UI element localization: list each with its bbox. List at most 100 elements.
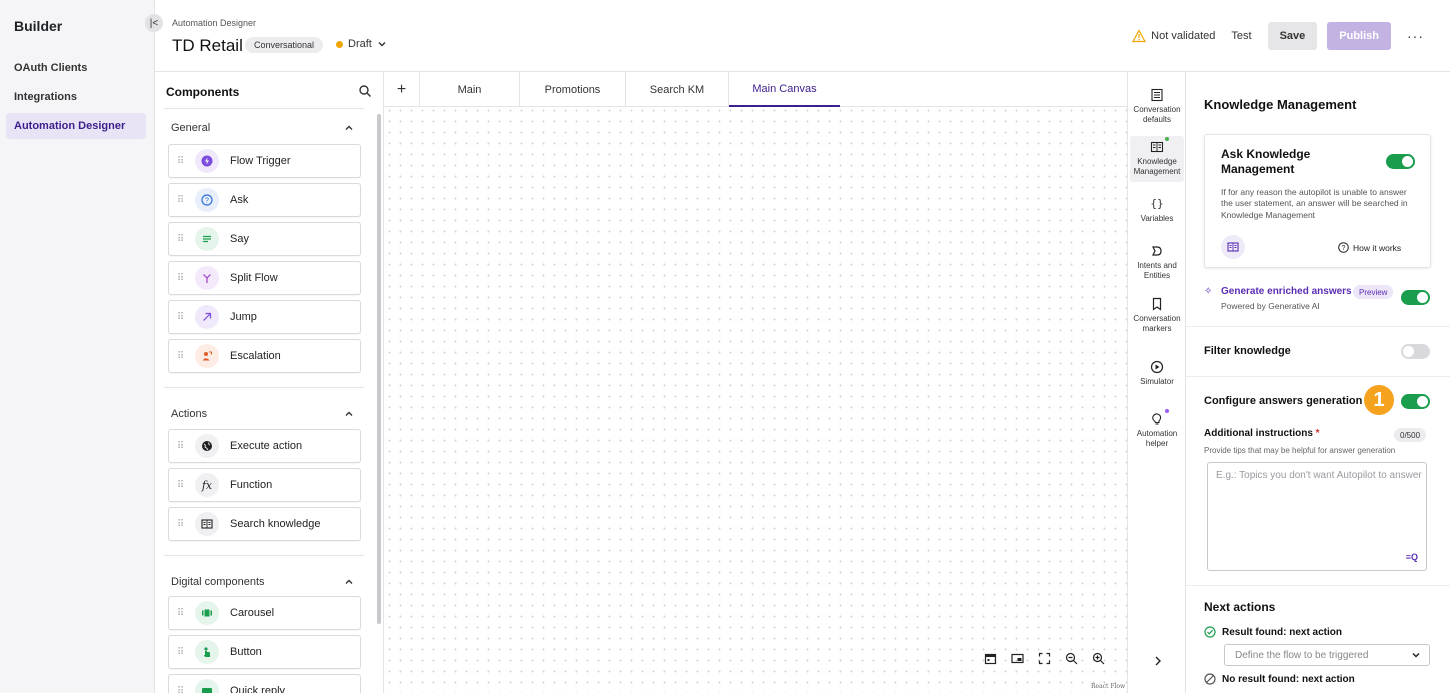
component-flow-trigger[interactable]: ⠿ Flow Trigger xyxy=(168,144,361,178)
rail-item-conversation-markers[interactable]: Conversation markers xyxy=(1130,297,1184,335)
rail-label: Simulator xyxy=(1140,377,1174,386)
how-it-works-link[interactable]: ? How it works xyxy=(1338,242,1401,253)
ask-km-card: Ask Knowledge Management If for any reas… xyxy=(1204,134,1431,268)
rail-item-simulator[interactable]: Simulator xyxy=(1130,360,1184,387)
quick-reply-icon xyxy=(195,679,219,693)
ask-km-toggle[interactable] xyxy=(1386,154,1415,169)
warning-icon xyxy=(1132,29,1147,43)
component-say[interactable]: ⠿ Say xyxy=(168,222,361,256)
search-list-icon[interactable]: ≡Q xyxy=(1406,552,1418,562)
calendar-icon[interactable] xyxy=(984,652,997,665)
divider xyxy=(164,555,364,556)
carousel-icon xyxy=(195,601,219,625)
collapse-sidebar-button[interactable]: |< xyxy=(145,14,163,32)
book-icon xyxy=(195,512,219,536)
additional-instructions-text: Additional instructions xyxy=(1204,428,1313,439)
component-label: Jump xyxy=(230,311,257,323)
component-quick-reply[interactable]: ⠿ Quick reply xyxy=(168,674,361,693)
component-jump[interactable]: ⠿ Jump xyxy=(168,300,361,334)
required-marker: * xyxy=(1315,428,1320,439)
drag-handle-icon[interactable]: ⠿ xyxy=(169,312,191,323)
drag-handle-icon[interactable]: ⠿ xyxy=(169,234,191,245)
divider xyxy=(164,108,364,109)
brand-title: Builder xyxy=(14,18,63,34)
nav-item-oauth-clients[interactable]: OAuth Clients xyxy=(6,55,146,81)
rail-item-intents-entities[interactable]: Intents and Entities xyxy=(1130,244,1184,282)
more-options-button[interactable]: ··· xyxy=(1401,28,1430,44)
flow-canvas[interactable]: + Main Promotions Search KM Main Canvas … xyxy=(384,72,1127,693)
drag-handle-icon[interactable]: ⠿ xyxy=(169,608,191,619)
rail-item-automation-helper[interactable]: Automation helper xyxy=(1130,409,1184,450)
divider xyxy=(164,387,364,388)
page-title: TD Retail xyxy=(172,36,243,55)
drag-handle-icon[interactable]: ⠿ xyxy=(169,156,191,167)
add-tab-button[interactable]: + xyxy=(384,72,420,107)
rail-label: Variables xyxy=(1140,214,1174,223)
drag-handle-icon[interactable]: ⠿ xyxy=(169,351,191,362)
drag-handle-icon[interactable]: ⠿ xyxy=(169,441,191,452)
chevron-up-icon xyxy=(345,411,353,416)
drag-handle-icon[interactable]: ⠿ xyxy=(169,519,191,530)
section-title: Actions xyxy=(171,408,208,420)
section-header-actions[interactable]: Actions xyxy=(171,408,354,420)
drag-handle-icon[interactable]: ⠿ xyxy=(169,273,191,284)
configure-answers-label: Configure answers generation xyxy=(1204,395,1363,407)
components-scrollbar[interactable] xyxy=(377,114,381,624)
minimap-icon[interactable] xyxy=(1011,652,1024,665)
component-ask[interactable]: ⠿ ? Ask xyxy=(168,183,361,217)
check-circle-icon xyxy=(1204,626,1216,638)
rail-label: Automation helper xyxy=(1136,429,1178,449)
chevron-right-icon[interactable] xyxy=(1153,655,1163,667)
additional-instructions-textarea[interactable]: E.g.: Topics you don't want Autopilot to… xyxy=(1207,462,1427,571)
search-icon[interactable] xyxy=(358,84,372,98)
status-dropdown[interactable]: Draft xyxy=(336,38,387,50)
rail-item-conversation-defaults[interactable]: Conversation defaults xyxy=(1130,88,1184,126)
tab-main-canvas[interactable]: Main Canvas xyxy=(729,72,840,107)
component-function[interactable]: ⠿ fx Function xyxy=(168,468,361,502)
component-carousel[interactable]: ⠿ Carousel xyxy=(168,596,361,630)
drag-handle-icon[interactable]: ⠿ xyxy=(169,195,191,206)
react-flow-attribution[interactable]: React Flow xyxy=(1091,683,1125,690)
section-title: Digital components xyxy=(171,576,265,588)
configure-answers-toggle[interactable] xyxy=(1401,394,1430,409)
result-found-row: Result found: next action xyxy=(1204,626,1342,638)
enriched-answers-toggle[interactable] xyxy=(1401,290,1430,305)
status-label: Draft xyxy=(348,38,372,50)
drag-handle-icon[interactable]: ⠿ xyxy=(169,480,191,491)
test-button[interactable]: Test xyxy=(1225,30,1257,42)
save-button[interactable]: Save xyxy=(1267,22,1318,50)
drag-handle-icon[interactable]: ⠿ xyxy=(169,647,191,658)
tab-main[interactable]: Main xyxy=(420,72,520,107)
tab-search-km[interactable]: Search KM xyxy=(626,72,729,107)
component-search-knowledge[interactable]: ⠿ Search knowledge xyxy=(168,507,361,541)
settings-rail: Conversation defaults Knowledge Manageme… xyxy=(1127,72,1186,693)
next-action-select[interactable]: Define the flow to be triggered xyxy=(1224,644,1430,666)
component-button[interactable]: ⠿ Button xyxy=(168,635,361,669)
tab-promotions[interactable]: Promotions xyxy=(520,72,626,107)
knowledge-management-panel: Knowledge Management Ask Knowledge Manag… xyxy=(1186,72,1450,693)
component-execute-action[interactable]: ⠿ Execute action xyxy=(168,429,361,463)
drag-handle-icon[interactable]: ⠿ xyxy=(169,686,191,693)
panel-title: Knowledge Management xyxy=(1204,97,1357,112)
select-placeholder: Define the flow to be triggered xyxy=(1235,649,1369,661)
section-header-digital[interactable]: Digital components xyxy=(171,576,354,588)
rail-item-variables[interactable]: {} Variables xyxy=(1130,197,1184,224)
fit-view-icon[interactable] xyxy=(1038,652,1051,665)
zoom-in-icon[interactable] xyxy=(1092,652,1105,665)
publish-button[interactable]: Publish xyxy=(1327,22,1391,50)
filter-knowledge-toggle[interactable] xyxy=(1401,344,1430,359)
validation-label: Not validated xyxy=(1151,30,1216,42)
canvas-controls xyxy=(984,652,1105,665)
rail-item-knowledge-management[interactable]: Knowledge Management xyxy=(1130,136,1184,182)
no-result-label: No result found: next action xyxy=(1222,673,1355,685)
component-label: Escalation xyxy=(230,350,281,362)
section-header-general[interactable]: General xyxy=(171,122,354,134)
flow-trigger-icon xyxy=(195,149,219,173)
rail-label: Knowledge Management xyxy=(1133,157,1181,177)
zoom-out-icon[interactable] xyxy=(1065,652,1078,665)
nav-item-integrations[interactable]: Integrations xyxy=(6,84,146,110)
component-split-flow[interactable]: ⠿ Split Flow xyxy=(168,261,361,295)
nav-item-automation-designer[interactable]: Automation Designer xyxy=(6,113,146,139)
breadcrumb[interactable]: Automation Designer xyxy=(172,18,256,28)
component-escalation[interactable]: ⠿ Escalation xyxy=(168,339,361,373)
